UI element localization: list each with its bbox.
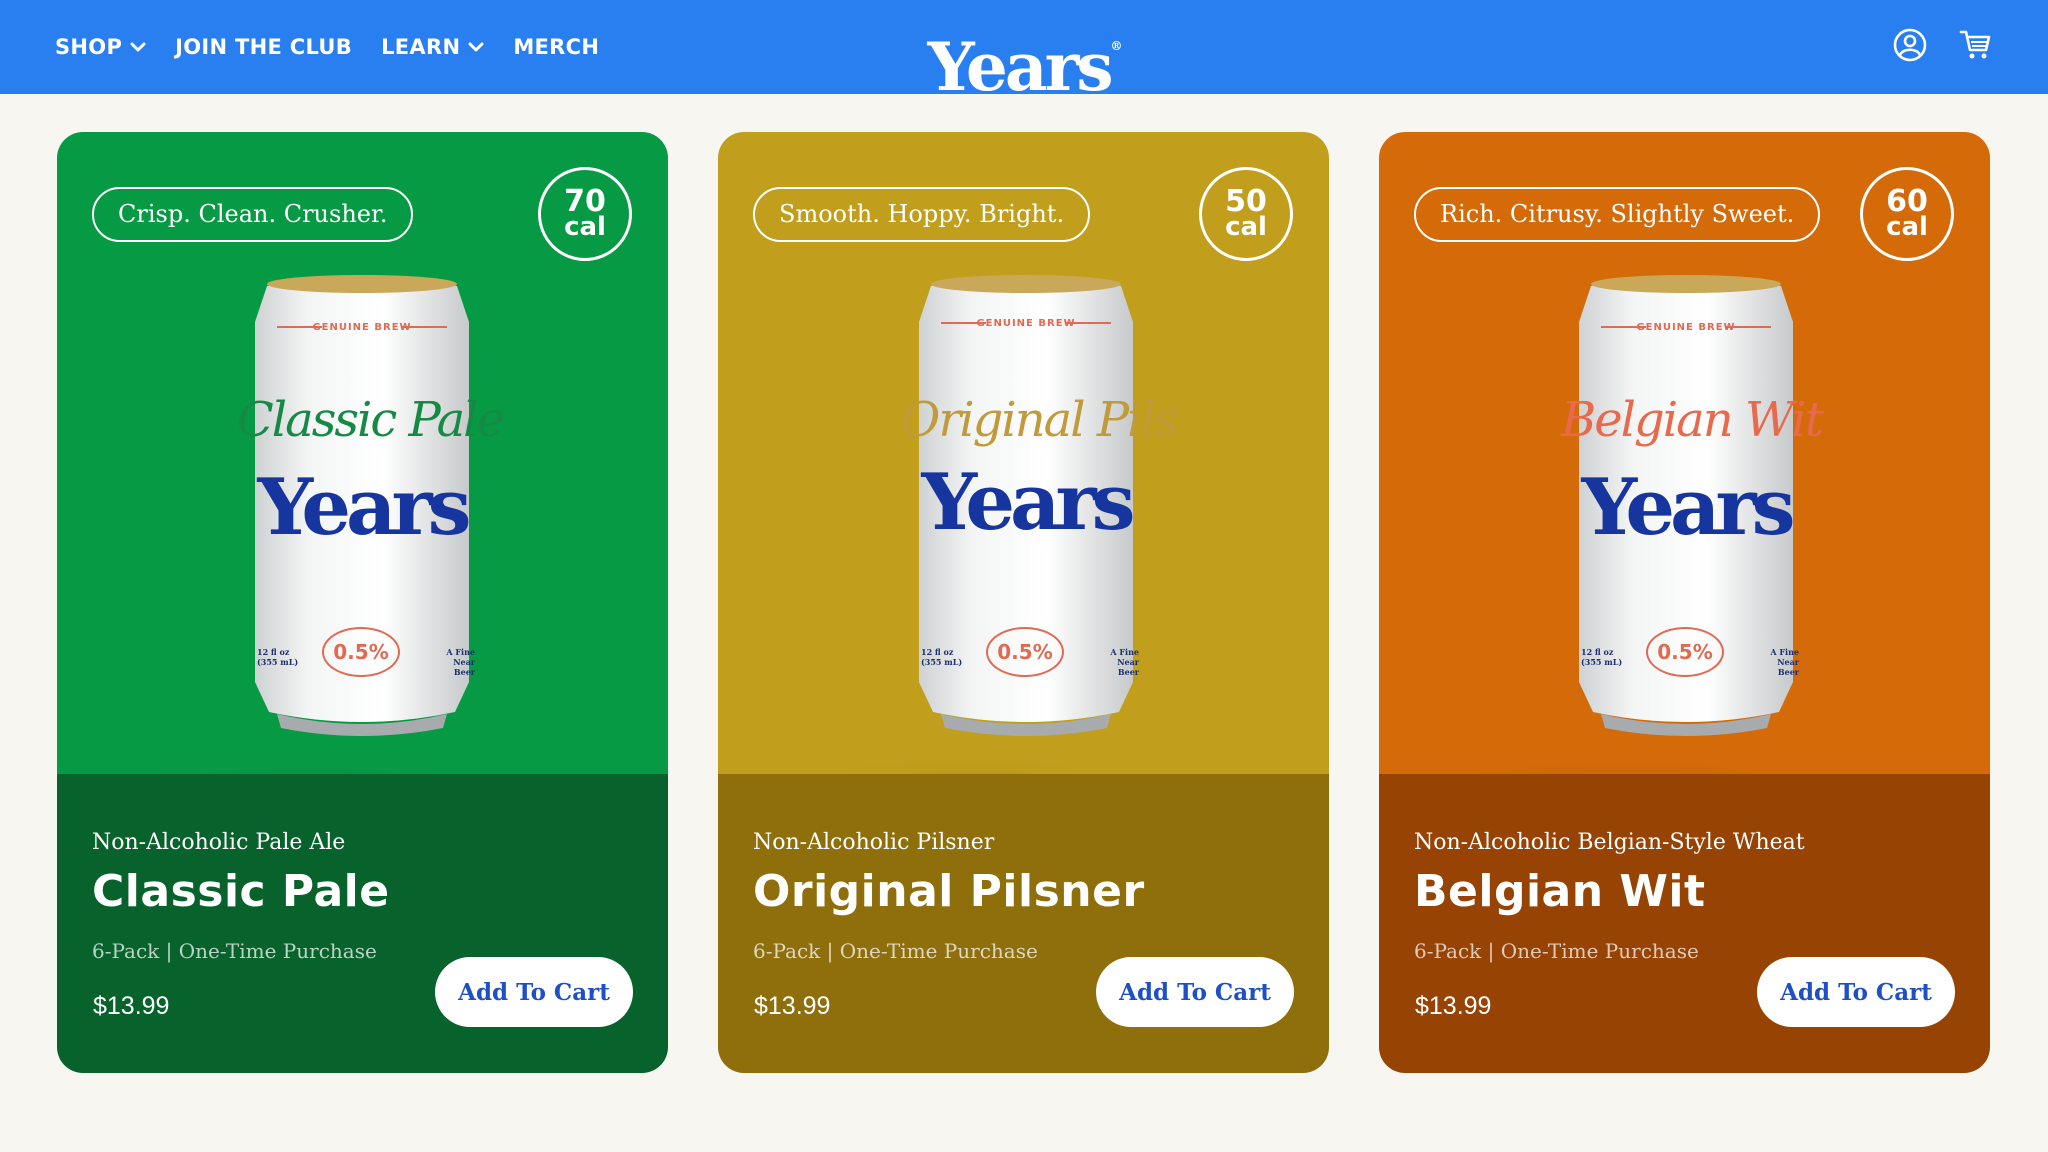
can-brew-text: GENUINE BREW bbox=[976, 318, 1076, 329]
tagline-pill: Rich. Citrusy. Slightly Sweet. bbox=[1414, 187, 1821, 242]
product-price: $13.99 bbox=[1415, 992, 1492, 1020]
can-fine-text: A Fine Near Beer bbox=[446, 647, 475, 677]
can-brew-text: GENUINE BREW bbox=[1636, 322, 1736, 333]
nav-join-the-club[interactable]: JOIN THE CLUB bbox=[175, 35, 352, 59]
calorie-unit: cal bbox=[1225, 212, 1267, 242]
product-name[interactable]: Belgian Wit bbox=[1414, 866, 1706, 917]
can-brew-text: GENUINE BREW bbox=[312, 322, 412, 333]
tagline-pill: Crisp. Clean. Crusher. bbox=[92, 187, 414, 242]
product-can-image: GENUINE BREW Classic Pale Years 0.5% 12 … bbox=[105, 272, 505, 856]
can-fine-text: A Fine Near Beer bbox=[1110, 647, 1139, 677]
main-nav: SHOP JOIN THE CLUB LEARN MERCH bbox=[55, 0, 599, 94]
calorie-badge: 60 cal bbox=[1860, 167, 1954, 261]
nav-merch[interactable]: MERCH bbox=[513, 35, 599, 59]
pack-info: 6-Pack | One-Time Purchase bbox=[753, 939, 1038, 963]
registered-mark: ® bbox=[1110, 39, 1123, 53]
product-card-belgian-wit[interactable]: Rich. Citrusy. Slightly Sweet. 60 cal GE… bbox=[1379, 132, 1990, 1073]
can-product-name: Original Pils bbox=[901, 392, 1179, 448]
product-type: Non-Alcoholic Pale Ale bbox=[92, 830, 346, 855]
can-abv-seal: 0.5% bbox=[986, 627, 1064, 677]
chevron-down-icon bbox=[468, 42, 484, 52]
can-volume: 12 fl oz (355 mL) bbox=[257, 647, 299, 667]
chevron-down-icon bbox=[130, 42, 146, 52]
nav-learn[interactable]: LEARN bbox=[381, 35, 484, 59]
calorie-unit: cal bbox=[1886, 212, 1928, 242]
can-volume: 12 fl oz (355 mL) bbox=[1581, 647, 1623, 667]
product-price: $13.99 bbox=[93, 992, 170, 1020]
add-to-cart-button[interactable]: Add To Cart bbox=[435, 957, 633, 1027]
card-image-area: Crisp. Clean. Crusher. 70 cal GENUINE BR… bbox=[57, 132, 668, 856]
can-brand-logo: Years bbox=[257, 462, 471, 553]
card-info-area: Non-Alcoholic Pale Ale Classic Pale 6-Pa… bbox=[57, 774, 668, 1073]
nav-shop[interactable]: SHOP bbox=[55, 35, 146, 59]
nav-learn-label: LEARN bbox=[381, 35, 461, 59]
can-brand-logo: Years bbox=[921, 457, 1135, 548]
site-logo[interactable]: Years® bbox=[910, 8, 1140, 105]
tagline-pill: Smooth. Hoppy. Bright. bbox=[753, 187, 1091, 242]
can-product-name: Classic Pale bbox=[237, 392, 505, 448]
add-to-cart-button[interactable]: Add To Cart bbox=[1096, 957, 1294, 1027]
product-card-original-pilsner[interactable]: Smooth. Hoppy. Bright. 50 cal GENUINE BR… bbox=[718, 132, 1329, 1073]
product-grid: Crisp. Clean. Crusher. 70 cal GENUINE BR… bbox=[57, 132, 1990, 1073]
nav-shop-label: SHOP bbox=[55, 35, 123, 59]
product-card-classic-pale[interactable]: Crisp. Clean. Crusher. 70 cal GENUINE BR… bbox=[57, 132, 668, 1073]
card-info-area: Non-Alcoholic Belgian-Style Wheat Belgia… bbox=[1379, 774, 1990, 1073]
pack-info: 6-Pack | One-Time Purchase bbox=[92, 939, 377, 963]
can-fine-text: A Fine Near Beer bbox=[1770, 647, 1799, 677]
logo-text: Years bbox=[927, 28, 1113, 106]
pack-info: 6-Pack | One-Time Purchase bbox=[1414, 939, 1699, 963]
calorie-badge: 50 cal bbox=[1199, 167, 1293, 261]
product-type: Non-Alcoholic Pilsner bbox=[753, 830, 995, 855]
header-actions bbox=[1892, 25, 1994, 65]
can-brand-logo: Years bbox=[1581, 462, 1795, 553]
nav-join-the-club-label: JOIN THE CLUB bbox=[175, 35, 353, 59]
nav-merch-label: MERCH bbox=[513, 35, 600, 59]
card-image-area: Rich. Citrusy. Slightly Sweet. 60 cal GE… bbox=[1379, 132, 1990, 856]
product-name[interactable]: Classic Pale bbox=[92, 866, 390, 917]
can-product-name: Belgian Wit bbox=[1561, 392, 1824, 448]
account-icon[interactable] bbox=[1892, 25, 1928, 65]
calorie-unit: cal bbox=[564, 212, 606, 242]
add-to-cart-button[interactable]: Add To Cart bbox=[1757, 957, 1955, 1027]
product-can-image: GENUINE BREW Belgian Wit Years 0.5% 12 f… bbox=[1429, 272, 1824, 856]
can-abv-seal: 0.5% bbox=[322, 627, 400, 677]
card-image-area: Smooth. Hoppy. Bright. 50 cal GENUINE BR… bbox=[718, 132, 1329, 856]
product-type: Non-Alcoholic Belgian-Style Wheat bbox=[1414, 830, 1805, 855]
can-abv-seal: 0.5% bbox=[1646, 627, 1724, 677]
product-can-image: GENUINE BREW Original Pils Years 0.5% 12… bbox=[769, 272, 1179, 856]
product-price: $13.99 bbox=[754, 992, 831, 1020]
product-name[interactable]: Original Pilsner bbox=[753, 866, 1145, 917]
card-info-area: Non-Alcoholic Pilsner Original Pilsner 6… bbox=[718, 774, 1329, 1073]
calorie-badge: 70 cal bbox=[538, 167, 632, 261]
site-header: SHOP JOIN THE CLUB LEARN MERCH Years® bbox=[0, 0, 2048, 105]
cart-icon[interactable] bbox=[1958, 25, 1994, 65]
can-volume: 12 fl oz (355 mL) bbox=[921, 647, 963, 667]
